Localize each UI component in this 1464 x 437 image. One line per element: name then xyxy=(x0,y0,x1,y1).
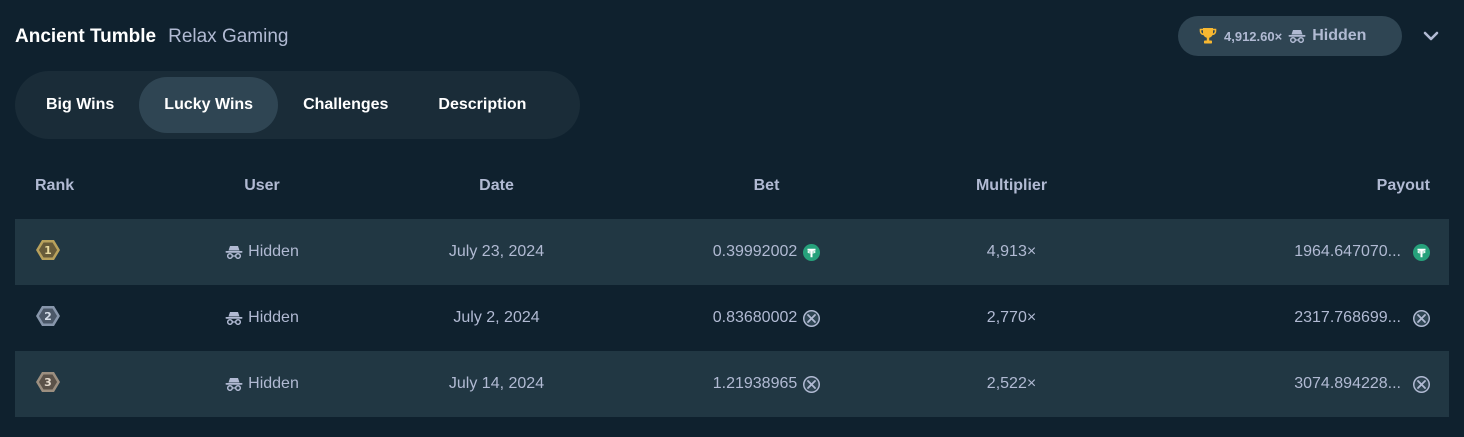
rank-number: 3 xyxy=(44,376,52,389)
tab-lucky-wins[interactable]: Lucky Wins xyxy=(139,77,279,133)
tab-challenges[interactable]: Challenges xyxy=(278,77,413,133)
payout-amount: 1964.647070... xyxy=(1294,243,1401,260)
row-multiplier: 4,913× xyxy=(986,243,1037,260)
rank-medal-icon: 2 xyxy=(35,305,61,327)
table-header: Rank User Date Bet Multiplier Payout xyxy=(15,152,1449,219)
rank-number: 2 xyxy=(44,310,52,323)
incognito-icon xyxy=(225,245,243,259)
table-row[interactable]: 1 Hidden July 23, 2024 0.39992002 4,913×… xyxy=(15,219,1449,285)
provider-link[interactable]: Relax Gaming xyxy=(168,26,288,48)
header-bet: Bet xyxy=(753,176,780,194)
trophy-icon xyxy=(1198,26,1218,46)
row-user[interactable]: Hidden xyxy=(165,375,359,393)
header-rank: Rank xyxy=(35,176,75,194)
row-user[interactable]: Hidden xyxy=(165,243,359,261)
usdt-icon xyxy=(1413,243,1430,261)
incognito-icon xyxy=(225,377,243,391)
table-row[interactable]: 3 Hidden July 14, 2024 1.21938965 2,522×… xyxy=(15,351,1449,417)
chevron-down-icon[interactable] xyxy=(1421,26,1441,46)
record-user: Hidden xyxy=(1312,27,1367,44)
row-multiplier: 2,770× xyxy=(986,309,1037,326)
user-name: Hidden xyxy=(248,309,299,326)
header-date: Date xyxy=(479,176,514,194)
tab-description[interactable]: Description xyxy=(413,77,551,133)
row-date: July 14, 2024 xyxy=(448,375,545,392)
game-title: Ancient Tumble xyxy=(15,26,157,47)
top-record-pill[interactable]: 4,912.60× Hidden xyxy=(1178,16,1402,56)
row-multiplier: 2,522× xyxy=(986,375,1037,392)
row-payout: 1964.647070... xyxy=(1124,243,1449,261)
xrp-icon xyxy=(1413,309,1430,327)
usdt-icon xyxy=(803,243,821,261)
xrp-icon xyxy=(803,375,821,393)
lucky-wins-table: Rank User Date Bet Multiplier Payout 1 H… xyxy=(15,152,1449,417)
record-multiplier: 4,912.60× xyxy=(1224,28,1283,44)
incognito-icon xyxy=(1288,29,1306,43)
row-bet: 1.21938965 xyxy=(634,375,899,393)
rank-medal-icon: 1 xyxy=(35,239,61,261)
bet-amount: 0.83680002 xyxy=(712,309,798,326)
xrp-icon xyxy=(803,309,821,327)
row-date: July 23, 2024 xyxy=(448,243,545,260)
row-bet: 0.83680002 xyxy=(634,309,899,327)
row-date: July 2, 2024 xyxy=(453,309,540,326)
tab-big-wins[interactable]: Big Wins xyxy=(21,77,139,133)
bet-amount: 0.39992002 xyxy=(712,243,798,260)
incognito-icon xyxy=(225,311,243,325)
header-user: User xyxy=(244,176,280,194)
rank-medal-icon: 3 xyxy=(35,371,61,393)
rank-number: 1 xyxy=(44,244,52,257)
table-row[interactable]: 2 Hidden July 2, 2024 0.83680002 2,770× … xyxy=(15,285,1449,351)
user-name: Hidden xyxy=(248,375,299,392)
row-payout: 2317.768699... xyxy=(1124,309,1449,327)
game-header: Ancient Tumble Relax Gaming xyxy=(15,24,289,50)
row-bet: 0.39992002 xyxy=(634,243,899,261)
header-payout: Payout xyxy=(1376,176,1430,194)
payout-amount: 3074.894228... xyxy=(1294,375,1401,392)
row-user[interactable]: Hidden xyxy=(165,309,359,327)
tab-bar: Big Wins Lucky Wins Challenges Descripti… xyxy=(15,71,580,139)
payout-amount: 2317.768699... xyxy=(1294,309,1401,326)
bet-amount: 1.21938965 xyxy=(712,375,798,392)
row-payout: 3074.894228... xyxy=(1124,375,1449,393)
user-name: Hidden xyxy=(248,243,299,260)
header-multiplier: Multiplier xyxy=(975,176,1048,194)
xrp-icon xyxy=(1413,375,1430,393)
